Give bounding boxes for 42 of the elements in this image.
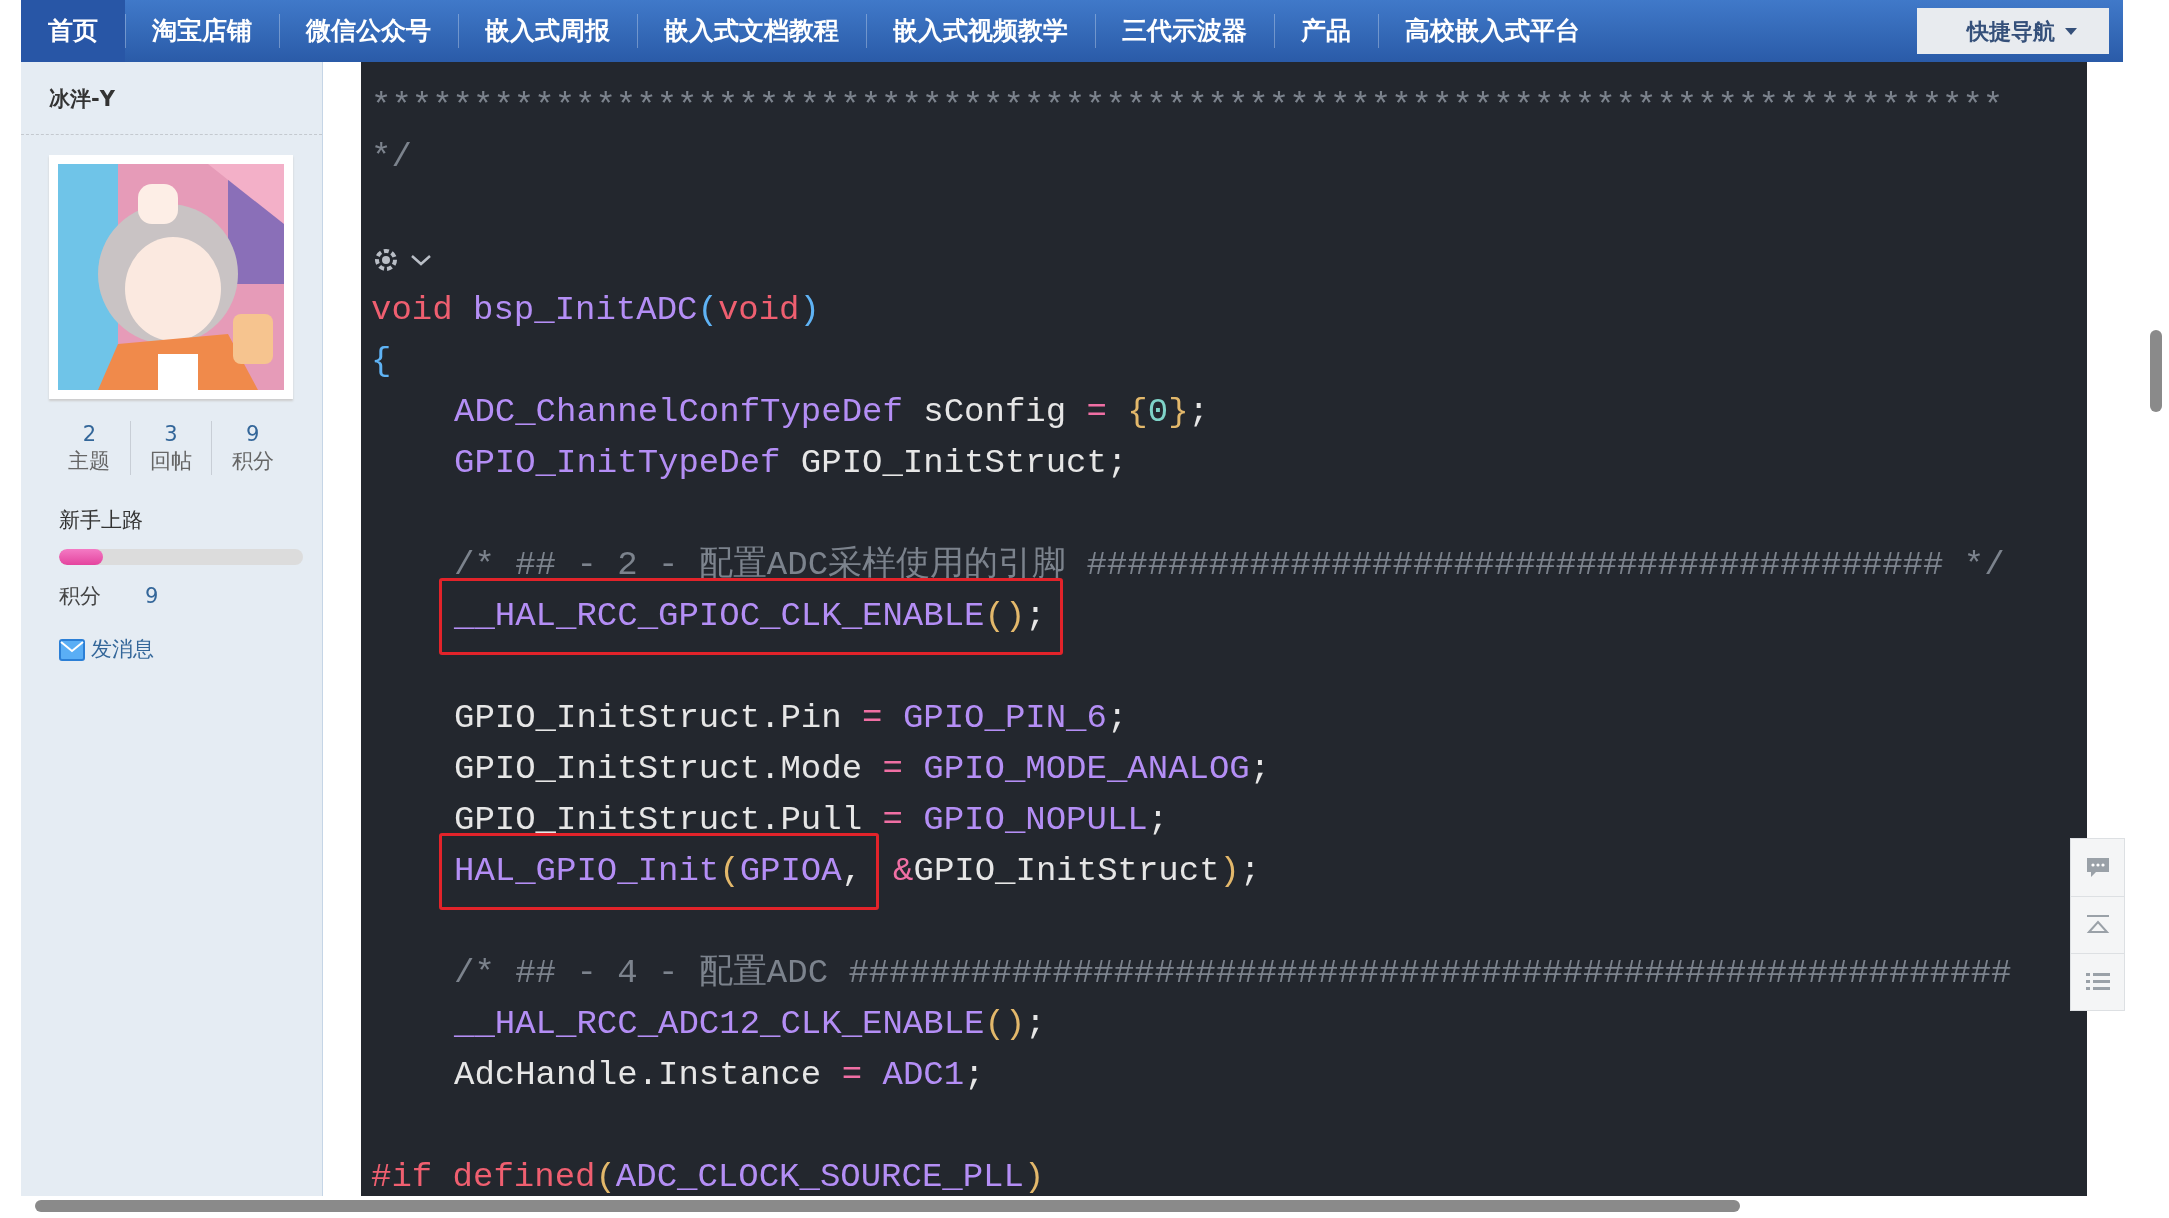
code-line: GPIO_InitStruct.Pin = GPIO_PIN_6;: [454, 698, 1128, 739]
points-label: 积分: [59, 582, 101, 610]
list-icon: [2084, 971, 2111, 993]
stat-count[interactable]: 3: [130, 420, 212, 448]
chat-icon: [2084, 855, 2111, 880]
points-value: 9: [145, 582, 159, 610]
code-line: #if defined(ADC_CLOCK_SOURCE_PLL): [371, 1157, 1045, 1196]
nav-tab[interactable]: 产品: [1274, 0, 1378, 62]
nav-tab[interactable]: 嵌入式周报: [458, 0, 637, 62]
nav-tab[interactable]: 微信公众号: [279, 0, 458, 62]
mail-icon: [59, 638, 85, 661]
code-line: &GPIO_InitStruct);: [893, 851, 1261, 892]
send-message-link[interactable]: 发消息: [91, 634, 154, 666]
stat-label[interactable]: 主题: [49, 447, 130, 476]
stat-count[interactable]: 2: [49, 420, 130, 448]
code-line: AdcHandle.Instance = ADC1;: [454, 1055, 985, 1096]
nav-tab[interactable]: 高校嵌入式平台: [1378, 0, 1607, 62]
scrollbar-thumb[interactable]: [2150, 330, 2162, 412]
code-line: ********************************************************************************: [371, 86, 2004, 127]
stat-label[interactable]: 积分: [212, 447, 293, 476]
code-line: */: [371, 137, 412, 178]
code-line: void bsp_InitADC(void): [371, 290, 820, 331]
highlight-box: HAL_GPIO_Init(GPIOA,: [439, 833, 880, 910]
arrow-up-icon: [2084, 914, 2111, 936]
code-line: {: [371, 341, 392, 382]
nav-tab[interactable]: 首页: [21, 0, 125, 62]
scrollbar-thumb[interactable]: [35, 1200, 1740, 1212]
code-line: GPIO_InitTypeDef GPIO_InitStruct;: [454, 443, 1128, 484]
nav-tab[interactable]: 嵌入式文档教程: [637, 0, 866, 62]
code-line: __HAL_RCC_ADC12_CLK_ENABLE();: [454, 1004, 1046, 1045]
quick-nav-button[interactable]: 快捷导航: [1917, 8, 2109, 54]
code-line: ADC_ChannelConfTypeDef sConfig = {0};: [454, 392, 1209, 433]
caret-icon: [2065, 27, 2077, 35]
nav-tab[interactable]: 嵌入式视频教学: [866, 0, 1095, 62]
stat-count[interactable]: 9: [212, 420, 293, 448]
stat-label[interactable]: 回帖: [130, 447, 212, 476]
code-line: GPIO_InitStruct.Mode = GPIO_MODE_ANALOG;: [454, 749, 1271, 790]
code-line: /* ## - 4 - 配置ADC #########################################################: [454, 953, 2012, 994]
rank-title: 新手上路: [59, 507, 144, 535]
highlight-box: __HAL_RCC_GPIOC_CLK_ENABLE();: [439, 578, 1063, 655]
nav-tab[interactable]: 淘宝店铺: [125, 0, 279, 62]
nav-tab[interactable]: 三代示波器: [1095, 0, 1274, 62]
